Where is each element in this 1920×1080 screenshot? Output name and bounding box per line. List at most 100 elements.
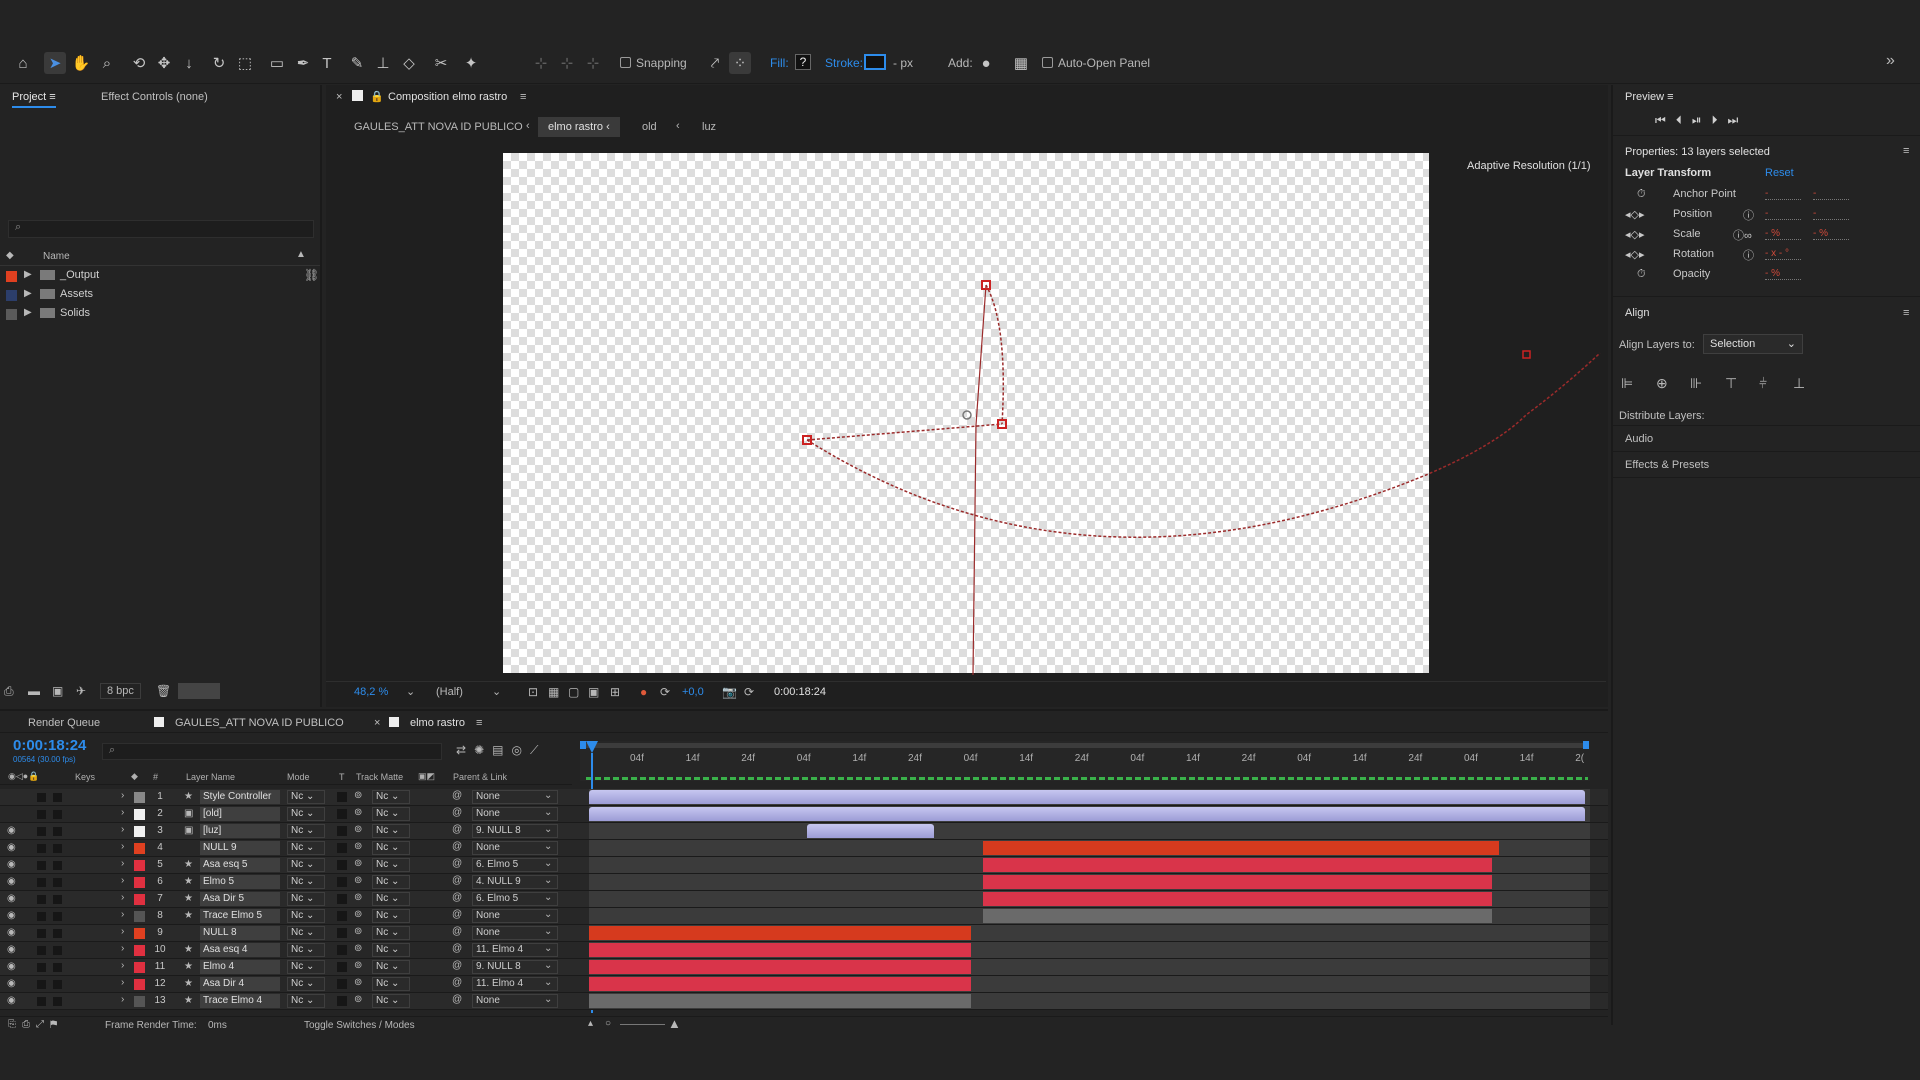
solo-switch[interactable] xyxy=(37,810,46,819)
axis-local-icon[interactable]: ⊹ xyxy=(530,52,552,74)
axis-world-icon[interactable]: ⊹ xyxy=(556,52,578,74)
layer-duration-bar[interactable] xyxy=(589,790,1585,804)
chevron-right-icon[interactable]: › xyxy=(121,943,124,954)
chevron-right-icon[interactable]: ▶ xyxy=(24,269,32,280)
visibility-eye-icon[interactable]: ◉ xyxy=(7,978,16,989)
preserve-transparency[interactable] xyxy=(337,792,347,802)
layer-row[interactable]: ◉ › 6 ★ Elmo 5 Nc ⌄ ⊚ Nc ⌄ @4. NULL 9 ⌄ xyxy=(0,874,1608,891)
layer-name[interactable]: [luz] xyxy=(200,824,280,838)
chevron-right-icon[interactable]: › xyxy=(121,875,124,886)
chevron-right-icon[interactable]: › xyxy=(121,909,124,920)
layer-name[interactable]: Elmo 4 xyxy=(200,960,280,974)
pickwhip-icon[interactable]: @ xyxy=(452,943,462,954)
project-item[interactable]: ▶ Solids xyxy=(0,306,310,323)
zoom-tool-icon[interactable]: ⌕ xyxy=(96,52,118,74)
audio-panel-title[interactable]: Audio xyxy=(1625,433,1653,445)
info-icon[interactable]: ⓘ xyxy=(1743,247,1754,263)
preserve-transparency[interactable] xyxy=(337,962,347,972)
auto-open-toggle[interactable]: Auto-Open Panel xyxy=(1042,56,1150,70)
keyframe-handle[interactable] xyxy=(1522,350,1531,359)
mode-select[interactable]: Nc ⌄ xyxy=(287,824,325,838)
stopwatch-icon[interactable]: ⏱ xyxy=(1637,268,1646,281)
home-icon[interactable]: ⌂ xyxy=(12,52,34,74)
stroke-label[interactable]: Stroke: xyxy=(825,56,863,70)
layer-duration-bar[interactable] xyxy=(589,960,971,974)
visibility-eye-icon[interactable]: ◉ xyxy=(7,842,16,853)
preserve-transparency[interactable] xyxy=(337,843,347,853)
chevron-right-icon[interactable]: › xyxy=(121,824,124,835)
lock-switch[interactable] xyxy=(53,878,62,887)
bit-depth-button[interactable]: 8 bpc xyxy=(100,683,141,699)
label-color[interactable] xyxy=(134,945,145,956)
rotate-tool-icon[interactable]: ↻ xyxy=(208,52,230,74)
preserve-transparency[interactable] xyxy=(337,877,347,887)
tab-render-queue[interactable]: Render Queue xyxy=(28,717,100,729)
pen-tool-icon[interactable]: ✒ xyxy=(292,52,314,74)
mode-select[interactable]: Nc ⌄ xyxy=(287,858,325,872)
solo-switch[interactable] xyxy=(37,946,46,955)
track-matte-select[interactable]: Nc ⌄ xyxy=(372,807,410,821)
rotation-value[interactable]: - x - ° xyxy=(1765,248,1801,260)
track-matte-select[interactable]: Nc ⌄ xyxy=(372,824,410,838)
project-item[interactable]: ▶ Assets xyxy=(0,287,310,304)
roto-brush-tool-icon[interactable]: ✂ xyxy=(430,52,452,74)
track-matte-select[interactable]: Nc ⌄ xyxy=(372,790,410,804)
timeline-search-input[interactable]: ⌕ xyxy=(102,743,442,760)
lock-switch[interactable] xyxy=(53,963,62,972)
layer-name[interactable]: Trace Elmo 4 xyxy=(200,994,280,1008)
zoom-slider-thumb[interactable]: ○ xyxy=(605,1018,611,1029)
pan-tool-icon[interactable]: ✥ xyxy=(153,52,175,74)
layer-duration-bar[interactable] xyxy=(589,943,971,957)
timeline-current-time[interactable]: 0:00:18:24 xyxy=(13,737,86,754)
show-snapshot-icon[interactable]: ⟳ xyxy=(744,685,754,699)
layer-duration-bar[interactable] xyxy=(983,875,1492,889)
name-column-header[interactable]: Name xyxy=(43,251,70,262)
mode-select[interactable]: Nc ⌄ xyxy=(287,960,325,974)
panel-menu-icon[interactable]: ≡ xyxy=(1903,307,1909,319)
work-area-bar[interactable] xyxy=(583,743,1589,748)
layer-name[interactable]: NULL 9 xyxy=(200,841,280,855)
layer-row[interactable]: ◉ › 12 ★ Asa Dir 4 Nc ⌄ ⊚ Nc ⌄ @11. Elmo 4 ⌄ xyxy=(0,976,1608,993)
layer-duration-bar[interactable] xyxy=(589,807,1585,821)
project-search-input[interactable]: ⌕ xyxy=(8,220,314,238)
snapping-toggle[interactable]: Snapping xyxy=(620,56,687,70)
solo-switch[interactable] xyxy=(37,963,46,972)
pickwhip-icon[interactable]: @ xyxy=(452,994,462,1005)
layer-name[interactable]: Asa esq 4 xyxy=(200,943,280,957)
lock-switch[interactable] xyxy=(53,912,62,921)
track-matte-select[interactable]: Nc ⌄ xyxy=(372,926,410,940)
layer-duration-bar[interactable] xyxy=(589,977,971,991)
label-color[interactable] xyxy=(134,962,145,973)
comp-mini-flowchart-icon[interactable]: ⇄ xyxy=(456,743,474,757)
next-frame-icon[interactable]: ⏵ xyxy=(1711,113,1727,127)
lock-switch[interactable] xyxy=(53,844,62,853)
matte-link-icon[interactable]: ⊚ xyxy=(354,960,362,971)
track-matte-select[interactable]: Nc ⌄ xyxy=(372,892,410,906)
exposure-value[interactable]: +0,0 xyxy=(682,686,704,698)
layer-name[interactable]: Style Controller xyxy=(200,790,280,804)
solo-switch[interactable] xyxy=(37,793,46,802)
add-property-icon[interactable]: ● xyxy=(975,52,997,74)
visibility-eye-icon[interactable]: ◉ xyxy=(7,995,16,1006)
lock-switch[interactable] xyxy=(53,895,62,904)
info-icon[interactable]: ⓘ xyxy=(1743,207,1754,223)
scale-x[interactable]: - % xyxy=(1765,228,1801,240)
magnification-select[interactable]: 48,2 % xyxy=(354,686,388,698)
lock-switch[interactable] xyxy=(53,929,62,938)
visibility-eye-icon[interactable]: ◉ xyxy=(7,961,16,972)
auto-open-checkbox[interactable] xyxy=(1042,57,1053,68)
first-frame-icon[interactable]: ⏮ xyxy=(1655,113,1676,127)
align-left-icon[interactable]: ⊫ xyxy=(1621,375,1633,392)
label-color[interactable] xyxy=(134,826,145,837)
align-top-icon[interactable]: ⊤ xyxy=(1725,375,1737,392)
type-tool-icon[interactable]: T xyxy=(316,52,338,74)
current-time-display[interactable]: 0:00:18:24 xyxy=(774,686,826,698)
track-matte-select[interactable]: Nc ⌄ xyxy=(372,943,410,957)
graph-editor-icon[interactable]: ⟋ xyxy=(530,743,546,757)
clone-stamp-tool-icon[interactable]: ⊥ xyxy=(372,52,394,74)
pickwhip-icon[interactable]: @ xyxy=(452,892,462,903)
anchor-point-icon[interactable] xyxy=(962,410,972,420)
panel-menu-icon[interactable]: ≡ xyxy=(1903,145,1909,157)
solo-switch[interactable] xyxy=(37,929,46,938)
chevron-right-icon[interactable]: › xyxy=(121,807,124,818)
